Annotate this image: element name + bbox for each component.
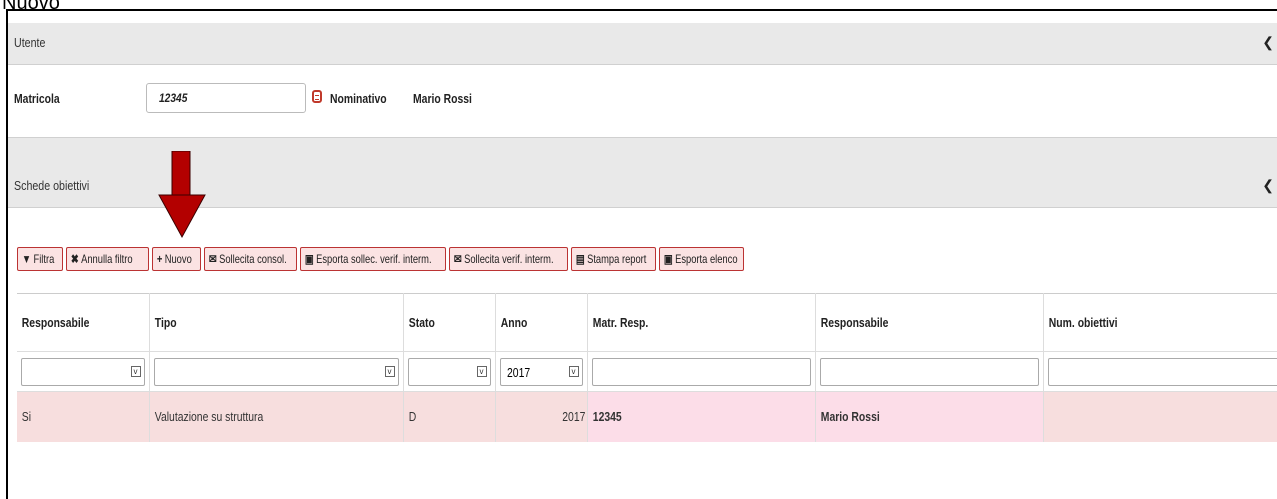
clear-icon: ✖ (71, 252, 79, 266)
cell-matr-resp: 12345 (587, 392, 815, 442)
column-header[interactable]: Responsabile (17, 294, 149, 352)
cell-num-obiettivi: 1 (1043, 392, 1277, 442)
nuovo-button[interactable]: +Nuovo (152, 247, 201, 271)
responsabile-filter-select[interactable]: v (21, 358, 145, 386)
filter-row: v v v 2017v (17, 352, 1277, 392)
anno-filter-select[interactable]: 2017v (500, 358, 583, 386)
nominativo-value: Mario Rossi (413, 91, 472, 106)
sollecita-consol-button[interactable]: ✉Sollecita consol. (204, 247, 297, 271)
export-icon: ▣ (305, 252, 314, 266)
dropdown-icon: v (385, 366, 395, 377)
matricola-input[interactable]: 12345 (146, 83, 306, 113)
sollecita-verif-button[interactable]: ✉Sollecita verif. interm. (449, 247, 568, 271)
responsabile-nome-filter-input[interactable] (820, 358, 1039, 386)
stato-filter-select[interactable]: v (408, 358, 491, 386)
annulla-filtro-button[interactable]: ✖Annulla filtro (66, 247, 149, 271)
filtra-button[interactable]: ▼Filtra (17, 247, 63, 271)
stampa-report-button[interactable]: ▤Stampa report (571, 247, 656, 271)
cell-responsabile-nome: Mario Rossi (815, 392, 1043, 442)
lookup-button[interactable] (308, 83, 330, 113)
column-header[interactable]: Responsabile (815, 294, 1043, 352)
esporta-elenco-button[interactable]: ▣Esporta elenco (659, 247, 744, 271)
nominativo-label: Nominativo (330, 91, 387, 106)
plus-icon: + (157, 252, 162, 266)
matricola-value: 12345 (159, 91, 187, 105)
column-header[interactable]: Stato (403, 294, 495, 352)
dropdown-icon: v (131, 366, 141, 377)
dropdown-icon: v (569, 366, 579, 377)
matricola-label: Matricola (14, 91, 60, 106)
utente-panel-title: Utente (14, 35, 45, 50)
main-frame: Utente ❮ Matricola 12345 Nominativo Mari… (6, 9, 1277, 499)
tipo-filter-select[interactable]: v (154, 358, 399, 386)
table-row[interactable]: Si Valutazione su struttura D 2017 12345… (17, 392, 1277, 442)
column-header[interactable]: Matr. Resp. (587, 294, 815, 352)
collapse-icon[interactable]: ❮ (1262, 34, 1274, 51)
column-header[interactable]: Tipo (149, 294, 403, 352)
utente-panel-header[interactable]: Utente ❮ (8, 23, 1277, 65)
schede-panel-title: Schede obiettivi (14, 178, 89, 193)
collapse-icon[interactable]: ❮ (1262, 177, 1274, 194)
num-obiettivi-filter-input[interactable] (1048, 358, 1277, 386)
filter-icon: ▼ (22, 252, 31, 266)
schede-table: Responsabile Tipo Stato Anno Matr. Resp.… (17, 293, 1277, 442)
matr-resp-filter-input[interactable] (592, 358, 811, 386)
export-icon: ▣ (664, 252, 673, 266)
mail-icon: ✉ (454, 252, 462, 266)
cell-tipo: Valutazione su struttura (149, 392, 403, 442)
esporta-sollec-button[interactable]: ▣Esporta sollec. verif. interm. (300, 247, 446, 271)
column-header[interactable]: Num. obiettivi (1043, 294, 1277, 352)
dropdown-icon: v (477, 366, 487, 377)
print-icon: ▤ (576, 252, 585, 266)
mail-icon: ✉ (209, 252, 217, 266)
column-header[interactable]: Anno (495, 294, 587, 352)
lookup-icon (312, 90, 322, 103)
annotation-arrow-icon (158, 151, 206, 239)
header-row: Responsabile Tipo Stato Anno Matr. Resp.… (17, 294, 1277, 352)
cell-responsabile: Si (17, 392, 149, 442)
cell-stato: D (403, 392, 495, 442)
cell-anno: 2017 (495, 392, 587, 442)
